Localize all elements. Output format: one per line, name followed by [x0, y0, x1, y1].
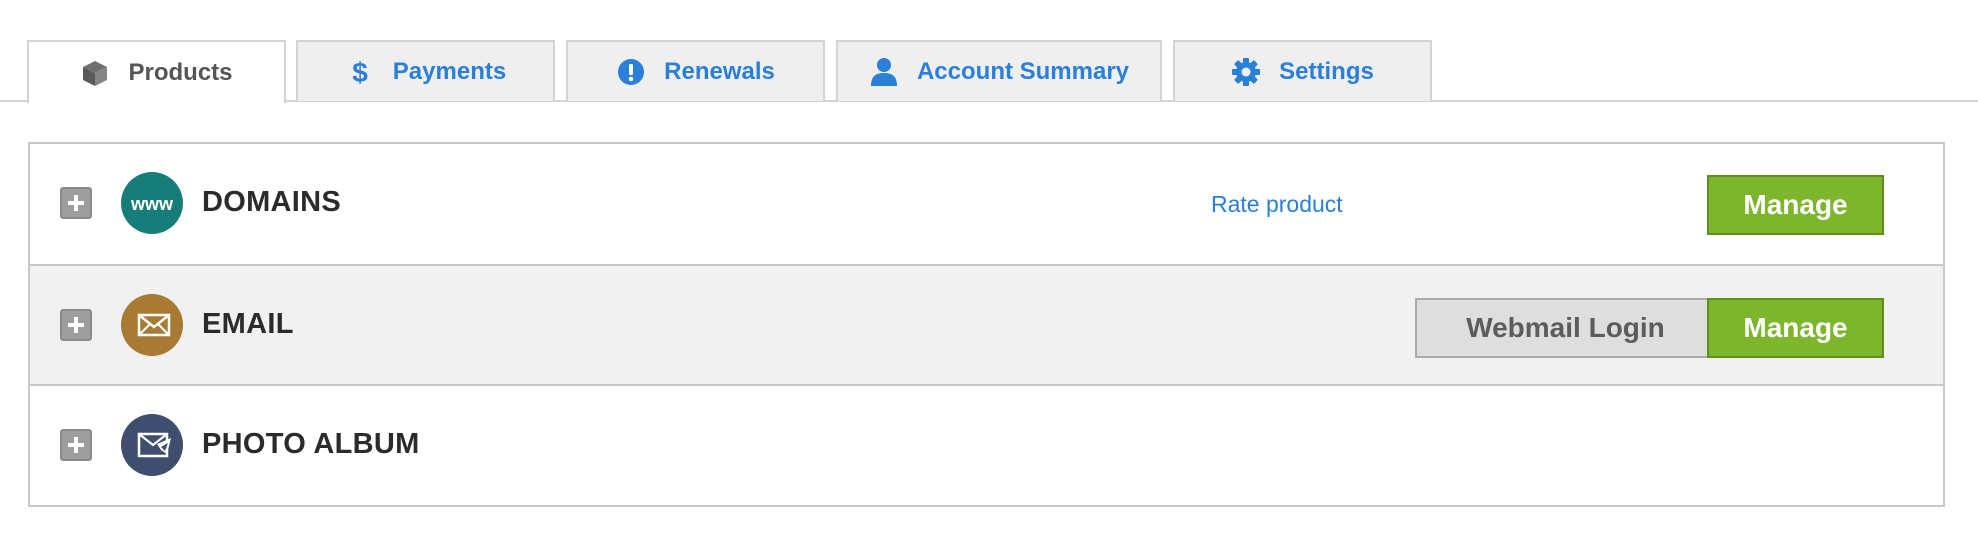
envelope-icon — [121, 294, 183, 356]
product-name: EMAIL — [202, 308, 294, 340]
product-name: PHOTO ALBUM — [202, 428, 420, 460]
alert-icon — [616, 57, 646, 87]
tab-label: Account Summary — [916, 57, 1130, 85]
svg-text:www: www — [130, 194, 174, 214]
tab-settings[interactable]: Settings — [1173, 40, 1432, 101]
manage-button[interactable]: Manage — [1707, 298, 1884, 358]
tab-renewals[interactable]: Renewals — [566, 40, 825, 101]
tab-label: Settings — [1279, 57, 1374, 85]
svg-text:$: $ — [352, 57, 368, 87]
product-row-email: EMAIL Webmail Login Manage — [30, 264, 1943, 386]
cube-icon — [80, 58, 110, 88]
webmail-login-button[interactable]: Webmail Login — [1415, 298, 1716, 358]
product-row-domains: www DOMAINS Rate product Manage — [30, 144, 1943, 264]
user-icon — [869, 57, 899, 87]
product-name: DOMAINS — [202, 186, 342, 218]
expand-icon[interactable] — [60, 309, 92, 341]
gear-icon — [1231, 57, 1261, 87]
photo-album-icon — [121, 414, 183, 476]
dollar-icon: $ — [345, 57, 375, 87]
tab-bar: Products $ Payments Renewals Account Sum… — [0, 0, 1978, 103]
tab-products[interactable]: Products — [27, 40, 286, 103]
product-list: www DOMAINS Rate product Manage EMAIL We… — [28, 142, 1945, 507]
tab-label: Renewals — [664, 57, 775, 85]
rate-product-link[interactable]: Rate product — [1211, 191, 1343, 218]
tab-label: Products — [128, 58, 233, 86]
expand-icon[interactable] — [60, 187, 92, 219]
tab-label: Payments — [392, 57, 507, 85]
tab-account-summary[interactable]: Account Summary — [836, 40, 1162, 101]
manage-button[interactable]: Manage — [1707, 175, 1884, 235]
www-icon: www — [121, 172, 183, 234]
tab-payments[interactable]: $ Payments — [296, 40, 555, 101]
product-row-photo-album: PHOTO ALBUM — [30, 386, 1943, 505]
expand-icon[interactable] — [60, 429, 92, 461]
